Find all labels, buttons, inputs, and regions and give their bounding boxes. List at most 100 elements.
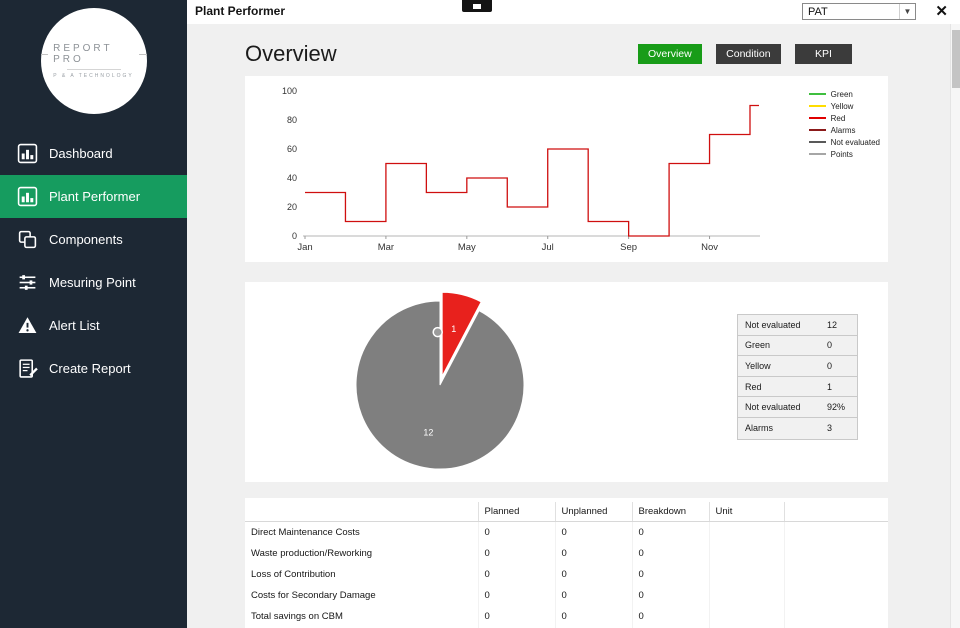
legend-item: Alarms [809,124,880,136]
row-value [709,543,784,564]
pie-slice-not-evaluated [356,301,524,469]
svg-text:May: May [458,242,476,253]
sidebar-item-mesuring-point[interactable]: Mesuring Point [0,261,187,304]
sidebar-item-create-report[interactable]: Create Report [0,347,187,390]
pie-stat-value: 1 [827,382,851,392]
line-chart: 020406080100JanMarMayJulSepNov [245,76,888,256]
chart-legend: GreenYellowRedAlarmsNot evaluatedPoints [809,88,880,160]
view-tabs: Overview Condition KPI [628,44,852,64]
row-value: 0 [632,606,709,627]
column-header: Planned [478,502,555,522]
row-value [709,522,784,544]
pie-stat-label: Not evaluated [745,320,827,330]
logo-title: REPORT PRO [41,43,147,65]
status-line-chart-card: 020406080100JanMarMayJulSepNov GreenYell… [245,76,888,262]
measuring-list-icon [17,272,38,293]
scrollbar-thumb[interactable] [952,30,960,88]
pie-stat-value: 12 [827,320,851,330]
window-title: Plant Performer [195,4,285,18]
pie-stat-label: Alarms [745,423,827,433]
sidebar-item-label: Dashboard [49,146,113,161]
legend-swatch [809,141,826,143]
sidebar-item-label: Plant Performer [49,189,140,204]
row-value [784,564,888,585]
main-content: Overview Overview Condition KPI 02040608… [187,24,950,628]
legend-item: Green [809,88,880,100]
row-value [709,606,784,627]
svg-text:Jan: Jan [297,242,312,253]
column-header: Unplanned [555,502,632,522]
pie-stats-box: Not evaluated12Green0Yellow0Red1Not eval… [737,314,858,440]
column-header [784,502,888,522]
pie-zero-marker [433,328,442,337]
legend-item: Red [809,112,880,124]
svg-text:60: 60 [287,144,297,154]
table-row: Waste production/Reworking000 [245,543,888,564]
row-value: 0 [555,585,632,606]
sidebar-item-label: Components [49,232,123,247]
vertical-scrollbar[interactable] [950,24,960,628]
pie-stat-label: Yellow [745,361,827,371]
row-value: 0 [632,564,709,585]
pie-stat-row: Not evaluated92% [738,397,857,418]
pie-stat-row: Red1 [738,377,857,398]
legend-label: Not evaluated [831,138,880,147]
row-label: Loss of Contribution [245,564,478,585]
close-button[interactable]: ✕ [935,2,948,22]
table-row: Direct Maintenance Costs000 [245,522,888,544]
pie-stat-value: 0 [827,361,851,371]
row-value: 0 [632,585,709,606]
sidebar-item-components[interactable]: Components [0,218,187,261]
sidebar-item-plant-performer[interactable]: Plant Performer [0,175,187,218]
pie-stat-row: Green0 [738,336,857,357]
chevron-down-icon: ▼ [899,4,915,19]
row-value: 0 [478,522,555,544]
sidebar-item-dashboard[interactable]: Dashboard [0,132,187,175]
column-header [245,502,478,522]
pie-stat-value: 92% [827,402,851,412]
legend-swatch [809,153,826,155]
row-value [709,564,784,585]
series-red [305,106,759,237]
row-value: 0 [478,585,555,606]
legend-swatch [809,117,826,119]
pie-stat-label: Red [745,382,827,392]
table-row: Loss of Contribution000 [245,564,888,585]
cost-table: PlannedUnplannedBreakdownUnit Direct Mai… [245,502,888,628]
bar-chart-icon [17,143,38,164]
svg-text:1: 1 [451,324,456,334]
column-header: Breakdown [632,502,709,522]
plant-dropdown[interactable]: PAT ▼ [802,3,916,20]
window-icon [462,0,492,12]
row-value [784,585,888,606]
tab-kpi[interactable]: KPI [795,44,852,64]
tab-condition[interactable]: Condition [716,44,780,64]
row-value: 0 [555,564,632,585]
row-value [784,606,888,627]
svg-text:12: 12 [423,427,433,437]
svg-text:Nov: Nov [701,242,718,253]
svg-text:20: 20 [287,202,297,212]
row-value: 0 [632,522,709,544]
row-value: 0 [555,522,632,544]
row-value: 0 [478,564,555,585]
tab-overview[interactable]: Overview [638,44,702,64]
sidebar-item-label: Create Report [49,361,131,376]
logo-subtitle: P & A TECHNOLOGY [53,73,133,79]
row-value [784,543,888,564]
svg-text:100: 100 [282,86,297,96]
legend-item: Not evaluated [809,136,880,148]
svg-text:Mar: Mar [378,242,394,253]
sidebar-item-alert-list[interactable]: Alert List [0,304,187,347]
row-value: 0 [478,543,555,564]
titlebar: Plant Performer PAT ▼ ✕ [187,0,960,24]
row-label: Waste production/Reworking [245,543,478,564]
pie-stat-value: 0 [827,340,851,350]
svg-text:0: 0 [292,231,297,241]
row-label: Direct Maintenance Costs [245,522,478,544]
sidebar-item-label: Alert List [49,318,100,333]
table-row: Total savings on CBM000 [245,606,888,627]
pie-stat-row: Alarms3 [738,418,857,439]
legend-swatch [809,105,826,107]
sidebar: REPORT PRO P & A TECHNOLOGY Dashboard Pl… [0,0,187,628]
